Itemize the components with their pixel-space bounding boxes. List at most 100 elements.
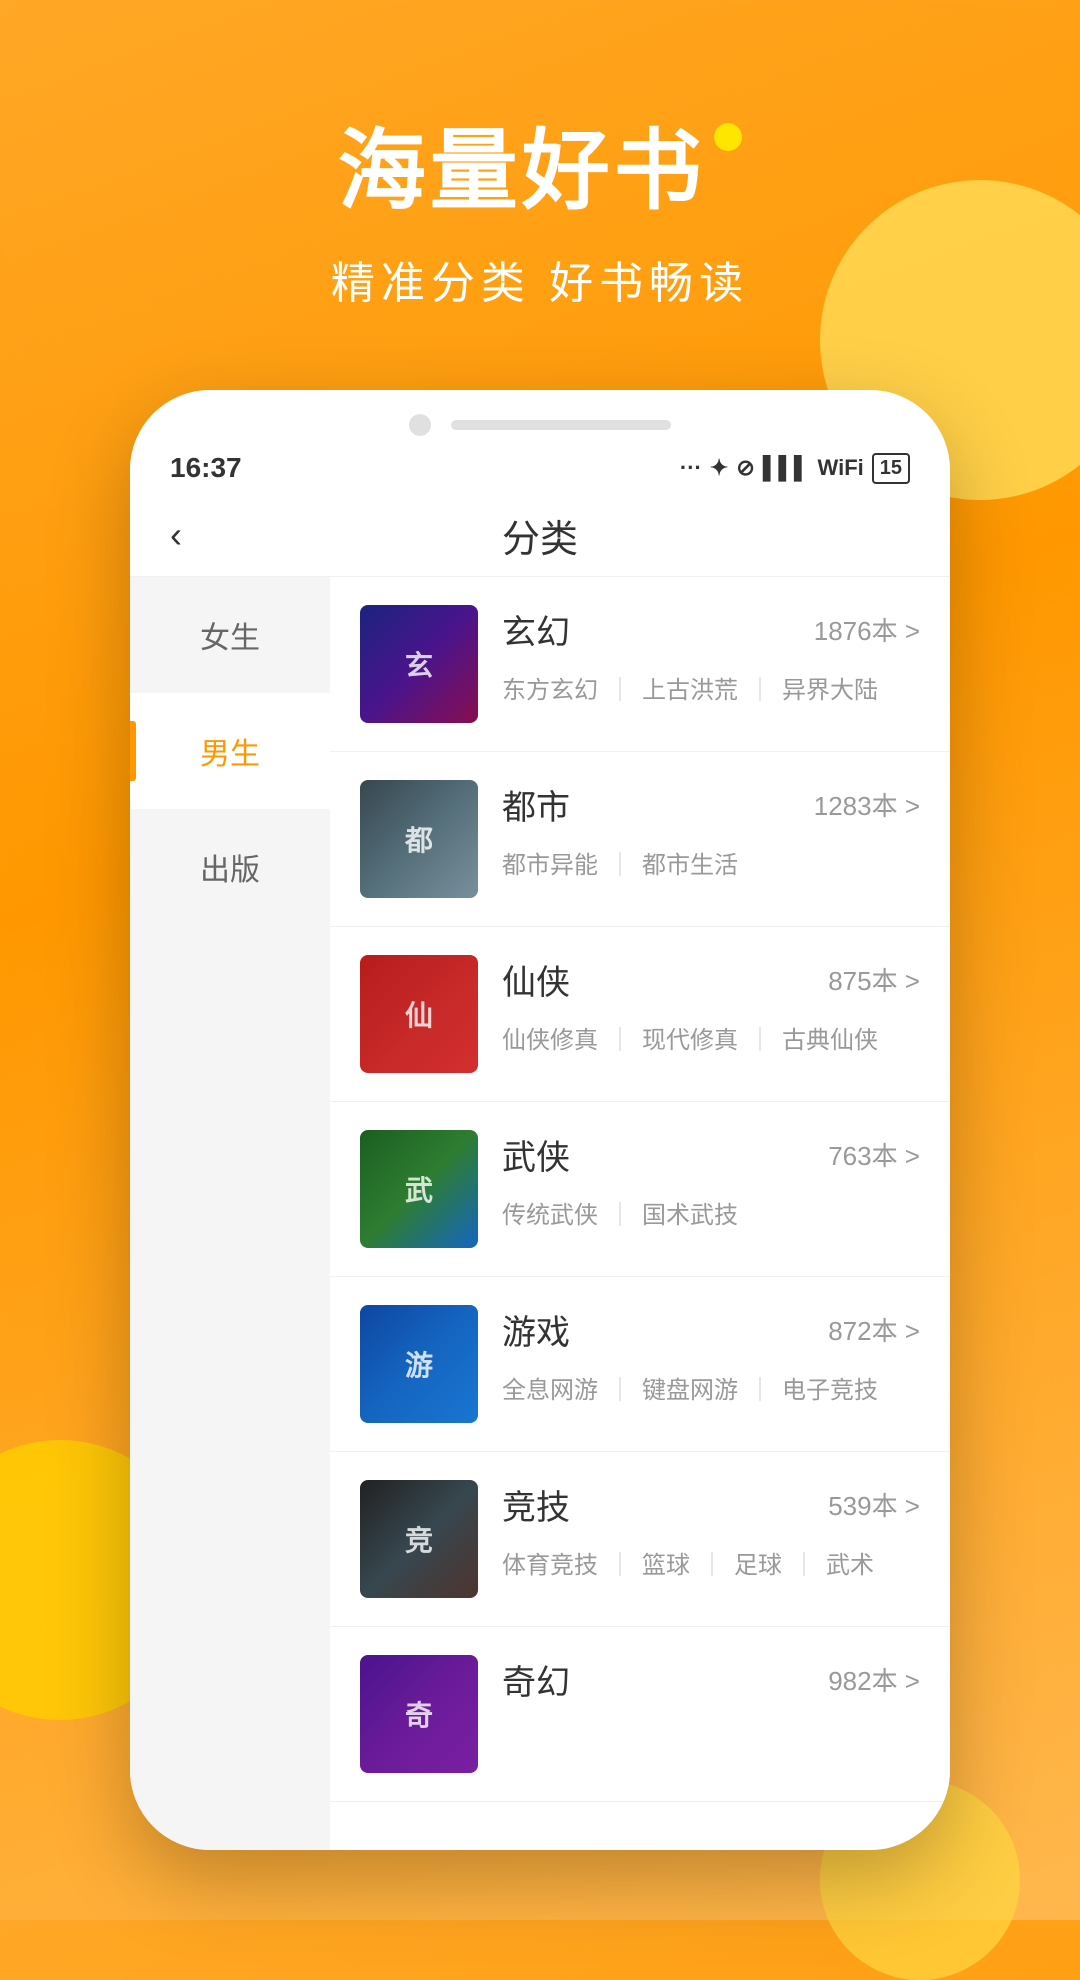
- phone-camera: [409, 414, 431, 436]
- book-item-xuanhuan[interactable]: 玄 玄幻 1876本 > 东方玄幻 ｜ 上古洪荒 ｜ 异界大陆: [330, 577, 950, 752]
- book-count-wuxia: 763本 >: [828, 1136, 920, 1173]
- book-cover-xuanhuan: 玄: [360, 605, 478, 723]
- book-tag: 篮球: [642, 1552, 690, 1579]
- book-tag: 体育竞技: [502, 1552, 598, 1579]
- dots-icon: ···: [680, 455, 702, 481]
- book-cover-qihuan: 奇: [360, 1655, 478, 1773]
- book-cover-text-xianxia: 仙: [360, 955, 478, 1073]
- book-title-row-dushi: 都市 1283本 >: [502, 780, 920, 829]
- book-item-qihuan[interactable]: 奇 奇幻 982本 >: [330, 1627, 950, 1802]
- status-time: 16:37: [170, 452, 242, 484]
- book-title-row-xianxia: 仙侠 875本 >: [502, 955, 920, 1004]
- book-title-row-xuanhuan: 玄幻 1876本 >: [502, 605, 920, 654]
- book-title-row-qihuan: 奇幻 982本 >: [502, 1655, 920, 1704]
- book-tag: 国术武技: [642, 1202, 738, 1229]
- book-item-youxi[interactable]: 游 游戏 872本 > 全息网游｜键盘网游｜电子竞技: [330, 1277, 950, 1452]
- book-tags-xuanhuan: 东方玄幻 ｜ 上古洪荒 ｜ 异界大陆: [502, 670, 920, 705]
- book-item-dushi[interactable]: 都 都市 1283本 > 都市异能｜都市生活: [330, 752, 950, 927]
- signal-icon: ▌▌▌: [763, 455, 810, 481]
- tag-separator: ｜: [608, 1552, 632, 1579]
- book-list: 玄 玄幻 1876本 > 东方玄幻 ｜ 上古洪荒 ｜ 异界大陆 都 都市 1283本 >…: [330, 577, 950, 1850]
- book-title-qihuan: 奇幻: [502, 1655, 570, 1704]
- sidebar-label-male: 男生: [200, 738, 260, 771]
- book-title-jingji: 竞技: [502, 1480, 570, 1529]
- tag-separator: ｜: [748, 677, 772, 704]
- book-tag: 上古洪荒: [642, 677, 738, 704]
- book-cover-xianxia: 仙: [360, 955, 478, 1073]
- book-cover-dushi: 都: [360, 780, 478, 898]
- book-tag: 足球: [734, 1552, 782, 1579]
- book-info-wuxia: 武侠 763本 > 传统武侠 ｜ 国术武技: [502, 1130, 920, 1230]
- book-tags-dushi: 都市异能｜都市生活: [502, 845, 920, 880]
- book-tag: 现代修真: [642, 1027, 738, 1054]
- book-tag: 仙侠修真: [502, 1027, 598, 1054]
- nav-title: 分类: [502, 508, 578, 563]
- sidebar-item-female[interactable]: 女生: [130, 577, 330, 693]
- phone-speaker: [451, 420, 671, 430]
- sidebar-item-publish[interactable]: 出版: [130, 809, 330, 925]
- book-tag: 都市生活: [642, 852, 738, 879]
- tag-separator: ｜: [748, 1027, 772, 1054]
- status-icons: ··· ✦ ⊘ ▌▌▌ WiFi 15: [680, 453, 910, 484]
- back-button[interactable]: ‹: [170, 514, 182, 556]
- book-cover-wuxia: 武: [360, 1130, 478, 1248]
- book-info-youxi: 游戏 872本 > 全息网游｜键盘网游｜电子竞技: [502, 1305, 920, 1405]
- sidebar-label-female: 女生: [200, 622, 260, 655]
- book-cover-text-jingji: 竞: [360, 1480, 478, 1598]
- book-info-xuanhuan: 玄幻 1876本 > 东方玄幻 ｜ 上古洪荒 ｜ 异界大陆: [502, 605, 920, 705]
- book-tags-wuxia: 传统武侠 ｜ 国术武技: [502, 1195, 920, 1230]
- book-item-wuxia[interactable]: 武 武侠 763本 > 传统武侠 ｜ 国术武技: [330, 1102, 950, 1277]
- book-cover-jingji: 竞: [360, 1480, 478, 1598]
- book-tag: 异界大陆: [782, 677, 878, 704]
- book-item-jingji[interactable]: 竞 竞技 539本 > 体育竞技 ｜ 篮球 ｜ 足球 ｜ 武术: [330, 1452, 950, 1627]
- book-count-youxi: 872本 >: [828, 1311, 920, 1348]
- tag-separator: ｜: [608, 677, 632, 704]
- book-tag: 全息网游: [502, 1377, 598, 1404]
- book-title-wuxia: 武侠: [502, 1130, 570, 1179]
- wifi-icon: WiFi: [818, 455, 864, 481]
- book-count-qihuan: 982本 >: [828, 1661, 920, 1698]
- hero-title-wrapper: 海量好书: [338, 100, 742, 227]
- book-title-row-jingji: 竞技 539本 >: [502, 1480, 920, 1529]
- book-info-qihuan: 奇幻 982本 >: [502, 1655, 920, 1720]
- tag-separator: ｜: [792, 1552, 816, 1579]
- book-tags-youxi: 全息网游｜键盘网游｜电子竞技: [502, 1370, 920, 1405]
- phone-notch-area: [130, 390, 950, 436]
- tag-separator: ｜: [608, 1027, 632, 1054]
- tag-separator: ｜: [608, 1377, 632, 1404]
- tag-separator: ｜: [608, 1202, 632, 1229]
- nfc-icon: ⊘: [736, 455, 754, 481]
- book-item-xianxia[interactable]: 仙 仙侠 875本 > 仙侠修真｜现代修真｜古典仙侠: [330, 927, 950, 1102]
- book-title-row-wuxia: 武侠 763本 >: [502, 1130, 920, 1179]
- book-cover-text-youxi: 游: [360, 1305, 478, 1423]
- book-tag: 武术: [826, 1552, 874, 1579]
- book-title-xianxia: 仙侠: [502, 955, 570, 1004]
- sidebar: 女生 男生 出版: [130, 577, 330, 1850]
- bluetooth-icon: ✦: [710, 455, 728, 481]
- book-cover-text-xuanhuan: 玄: [360, 605, 478, 723]
- book-count-jingji: 539本 >: [828, 1486, 920, 1523]
- book-tag: 东方玄幻: [502, 677, 598, 704]
- book-tag: 键盘网游: [642, 1377, 738, 1404]
- book-info-xianxia: 仙侠 875本 > 仙侠修真｜现代修真｜古典仙侠: [502, 955, 920, 1055]
- book-title-row-youxi: 游戏 872本 >: [502, 1305, 920, 1354]
- book-cover-text-wuxia: 武: [360, 1130, 478, 1248]
- nav-bar: ‹ 分类: [130, 494, 950, 577]
- book-tag: 都市异能: [502, 852, 598, 879]
- sidebar-item-male[interactable]: 男生: [130, 693, 330, 809]
- book-count-dushi: 1283本 >: [814, 786, 920, 823]
- book-tag: 电子竞技: [782, 1377, 878, 1404]
- book-tags-jingji: 体育竞技 ｜ 篮球 ｜ 足球 ｜ 武术: [502, 1545, 920, 1580]
- book-count-xianxia: 875本 >: [828, 961, 920, 998]
- book-count-xuanhuan: 1876本 >: [814, 611, 920, 648]
- battery-badge: 15: [872, 453, 910, 484]
- book-title-youxi: 游戏: [502, 1305, 570, 1354]
- hero-title: 海量好书: [338, 100, 706, 227]
- book-tag: 传统武侠: [502, 1202, 598, 1229]
- book-cover-text-qihuan: 奇: [360, 1655, 478, 1773]
- hero-subtitle: 精准分类 好书畅读: [0, 247, 1080, 311]
- book-info-dushi: 都市 1283本 > 都市异能｜都市生活: [502, 780, 920, 880]
- book-cover-text-dushi: 都: [360, 780, 478, 898]
- tag-separator: ｜: [700, 1552, 724, 1579]
- hero-section: 海量好书 精准分类 好书畅读: [0, 100, 1080, 311]
